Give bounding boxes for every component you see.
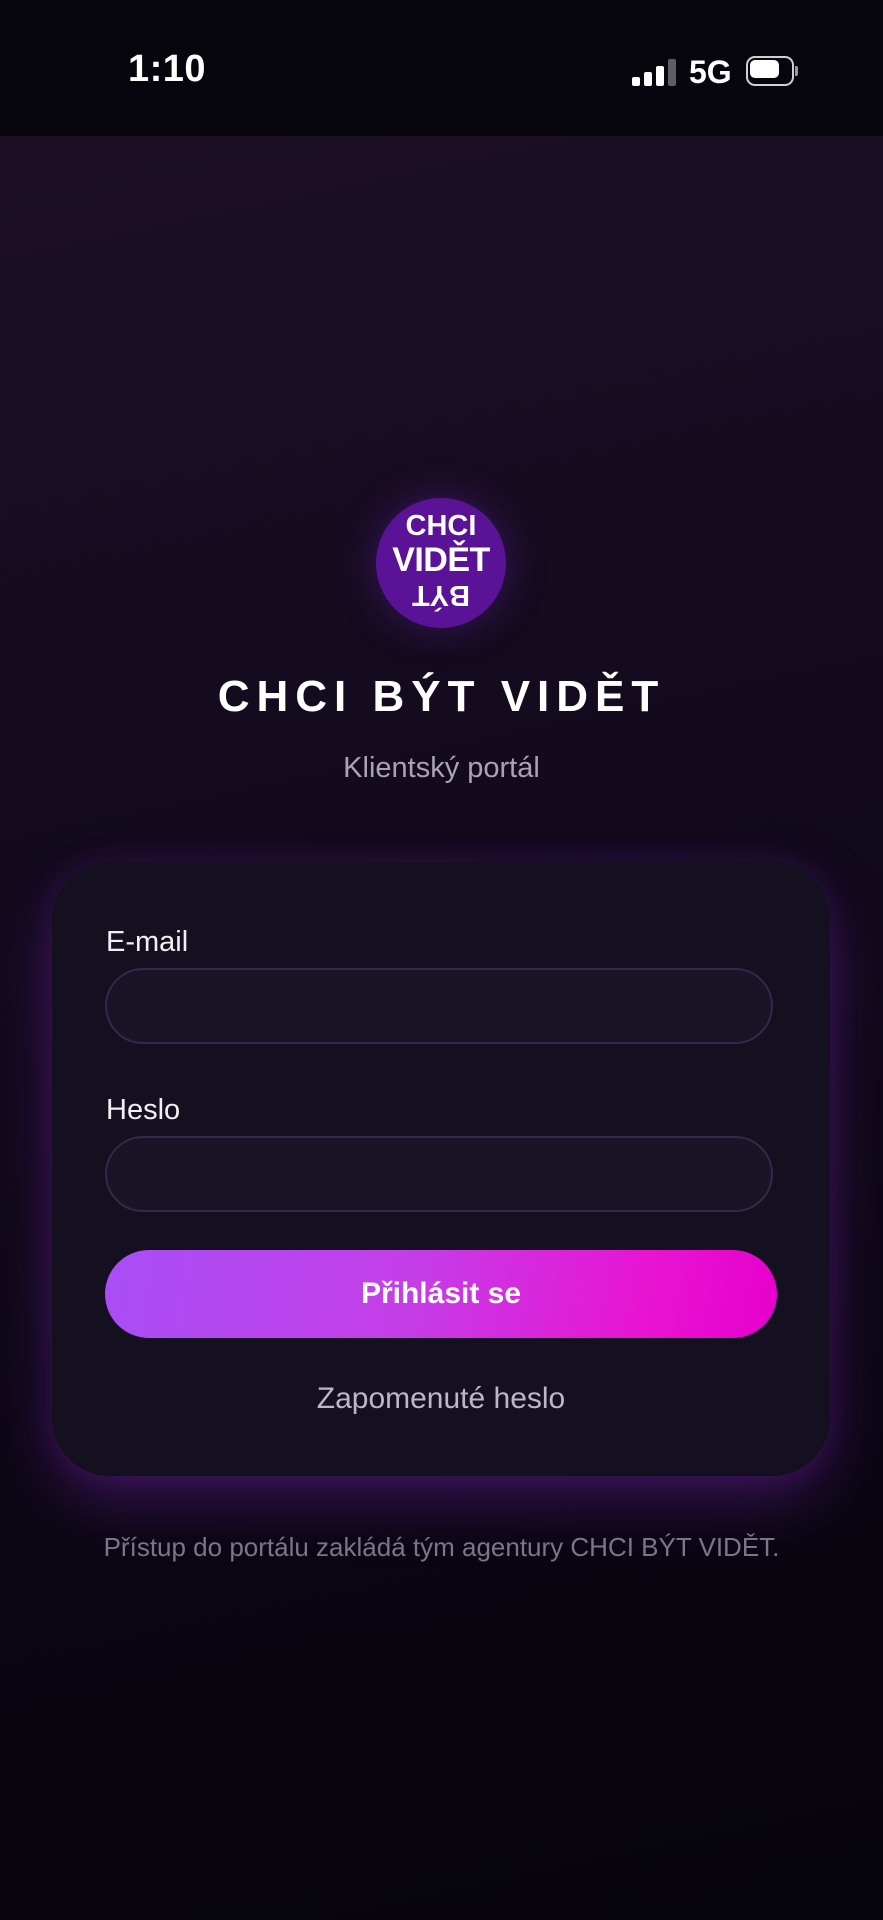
battery-level-fill: [750, 60, 779, 78]
login-screen: 1:10 5G CHCI VIDĚT BÝT CHCI BÝT VIDĚT Kl…: [0, 0, 883, 1920]
footer-note: Přístup do portálu zakládá tým agentury …: [103, 1532, 780, 1562]
brand-title: CHCI BÝT VIDĚT: [217, 672, 666, 721]
brand-logo: CHCI VIDĚT BÝT: [376, 498, 506, 628]
login-button[interactable]: Přihlásit se: [105, 1250, 777, 1338]
password-label: Heslo: [106, 1094, 181, 1126]
brand-subtitle: Klientský portál: [343, 752, 540, 784]
password-field[interactable]: [105, 1136, 773, 1212]
logo-text-top: CHCI: [405, 510, 477, 542]
login-card: E-mail Heslo Přihlásit se Zapomenuté hes…: [52, 862, 830, 1476]
cellular-signal-icon: [632, 58, 676, 86]
forgot-password-link[interactable]: Zapomenuté heslo: [52, 1382, 830, 1416]
network-type-label: 5G: [689, 54, 732, 90]
logo-text-middle: VIDĚT: [392, 541, 490, 579]
status-bar: 1:10 5G: [0, 0, 883, 136]
email-field[interactable]: [105, 968, 773, 1044]
status-time: 1:10: [128, 48, 207, 90]
logo-text-bottom: BÝT: [412, 579, 470, 611]
battery-icon: [746, 56, 798, 86]
email-label: E-mail: [106, 926, 189, 958]
